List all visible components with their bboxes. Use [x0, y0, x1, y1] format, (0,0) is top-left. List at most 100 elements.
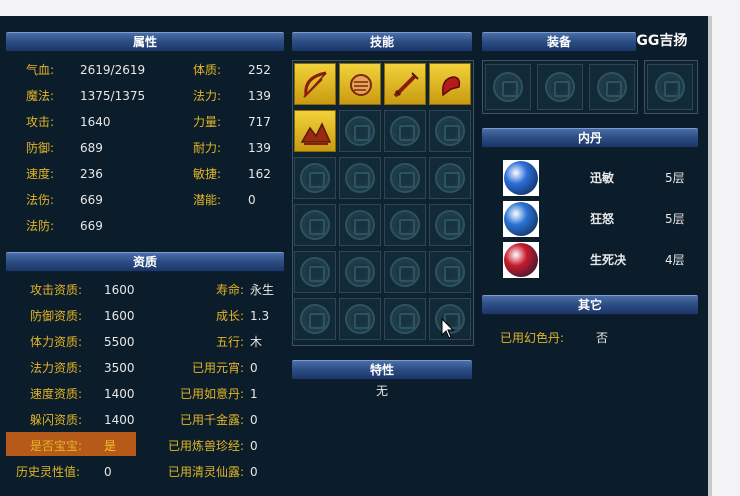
skill-slot[interactable] — [429, 110, 471, 152]
skill-slot[interactable] — [339, 110, 381, 152]
skill-slot[interactable] — [384, 157, 426, 199]
aptitude-label: 已用炼兽珍经: — [167, 439, 244, 453]
skill-slot[interactable] — [429, 204, 471, 246]
arm-skill-icon — [441, 76, 461, 97]
skill-slot[interactable] — [294, 63, 336, 105]
attribute-label: 敏捷: — [193, 167, 222, 181]
skill-slot[interactable] — [294, 298, 336, 340]
attribute-value: 2619/2619 — [80, 63, 146, 77]
sword-skill-icon — [393, 72, 419, 98]
other-header: 其它 — [482, 295, 698, 315]
empty-slot-emblem-icon — [435, 257, 465, 287]
aptitude-label: 法力资质: — [30, 361, 83, 375]
attribute-value: 669 — [80, 193, 103, 207]
empty-slot-emblem-icon — [390, 210, 420, 240]
inner-dan-level: 5层 — [665, 212, 685, 226]
empty-slot-emblem-icon — [435, 116, 465, 146]
inner-dan-name: 狂怒 — [590, 212, 615, 226]
equipment-header: 装备 — [482, 32, 636, 52]
skill-slot[interactable] — [339, 298, 381, 340]
attribute-label: 体质: — [193, 63, 222, 77]
aptitude-label: 历史灵性值: — [16, 465, 81, 479]
empty-slot-emblem-icon — [345, 116, 375, 146]
empty-slot-emblem-icon — [300, 210, 330, 240]
attribute-label: 力量: — [193, 115, 222, 129]
attributes-header: 属性 — [6, 32, 284, 52]
inner-dan-name: 迅敏 — [590, 171, 615, 185]
skill-slot[interactable] — [429, 157, 471, 199]
attribute-label: 法防: — [26, 219, 55, 233]
skill-slot[interactable] — [384, 298, 426, 340]
inner-dan-orb-icon[interactable] — [504, 161, 538, 195]
aptitude-value: 是 — [104, 439, 117, 453]
empty-slot-emblem-icon — [390, 116, 420, 146]
empty-slot-emblem-icon — [300, 163, 330, 193]
empty-slot-emblem-icon — [390, 304, 420, 334]
aptitude-label: 是否宝宝: — [30, 439, 83, 453]
equipment-slot[interactable] — [589, 64, 635, 110]
inner-dan-level: 5层 — [665, 171, 685, 185]
skill-slot[interactable] — [294, 251, 336, 293]
skill-slot[interactable] — [339, 251, 381, 293]
attribute-value: 0 — [248, 193, 256, 207]
aptitude-value: 1400 — [104, 413, 135, 427]
aptitude-value: 1 — [250, 387, 258, 401]
aptitude-value: 0 — [250, 439, 258, 453]
empty-slot-emblem-icon — [390, 257, 420, 287]
equipment-slot[interactable] — [647, 64, 693, 110]
attribute-label: 法力: — [193, 89, 222, 103]
bow-skill-icon — [303, 71, 327, 98]
skill-slot[interactable] — [339, 157, 381, 199]
equipment-slot[interactable] — [485, 64, 531, 110]
empty-slot-emblem-icon — [597, 72, 627, 102]
aptitude-value: 3500 — [104, 361, 135, 375]
aptitude-label: 躲闪资质: — [30, 413, 83, 427]
attribute-value: 1375/1375 — [80, 89, 146, 103]
inner-dan-level: 4层 — [665, 253, 685, 267]
aptitude-value: 木 — [250, 335, 263, 349]
equipment-slot[interactable] — [537, 64, 583, 110]
aptitude-value: 1600 — [104, 283, 135, 297]
attribute-label: 潜能: — [193, 193, 222, 207]
skills-header: 技能 — [292, 32, 472, 52]
skill-slot[interactable] — [294, 157, 336, 199]
attribute-value: 717 — [248, 115, 271, 129]
aptitude-value: 0 — [104, 465, 112, 479]
inner-dan-orb-icon[interactable] — [504, 202, 538, 236]
inner-dan-name: 生死决 — [590, 253, 627, 267]
empty-slot-emblem-icon — [300, 304, 330, 334]
skill-slot[interactable] — [384, 204, 426, 246]
attribute-label: 气血: — [26, 63, 55, 77]
skill-slot[interactable] — [429, 63, 471, 105]
attribute-value: 252 — [248, 63, 271, 77]
mouse-cursor-icon — [441, 318, 455, 339]
aptitude-label: 成长: — [215, 309, 244, 323]
attribute-value: 1640 — [80, 115, 111, 129]
skill-slot[interactable] — [294, 204, 336, 246]
mountain-skill-icon — [300, 122, 332, 145]
skill-slot[interactable] — [384, 110, 426, 152]
skill-slot[interactable] — [384, 251, 426, 293]
skill-slot[interactable] — [294, 110, 336, 152]
skill-slot[interactable] — [384, 63, 426, 105]
attribute-label: 攻击: — [26, 115, 55, 129]
inner-dan-header: 内丹 — [482, 128, 698, 148]
skill-slot[interactable] — [429, 251, 471, 293]
aptitude-label: 体力资质: — [30, 335, 83, 349]
empty-slot-emblem-icon — [493, 72, 523, 102]
other-label: 已用幻色丹: — [500, 331, 565, 345]
aptitude-label: 防御资质: — [30, 309, 83, 323]
attribute-value: 669 — [80, 219, 103, 233]
aptitude-value: 永生 — [250, 283, 275, 297]
scrollbar[interactable] — [708, 16, 712, 496]
aptitude-label: 寿命: — [215, 283, 244, 297]
inner-dan-orb-icon[interactable] — [504, 243, 538, 277]
skill-slot[interactable] — [339, 204, 381, 246]
skill-slot[interactable] — [339, 63, 381, 105]
traits-value: 无 — [376, 384, 389, 398]
attribute-value: 236 — [80, 167, 103, 181]
empty-slot-emblem-icon — [345, 210, 375, 240]
empty-slot-emblem-icon — [435, 163, 465, 193]
aptitude-value: 0 — [250, 413, 258, 427]
aptitude-value: 1600 — [104, 309, 135, 323]
